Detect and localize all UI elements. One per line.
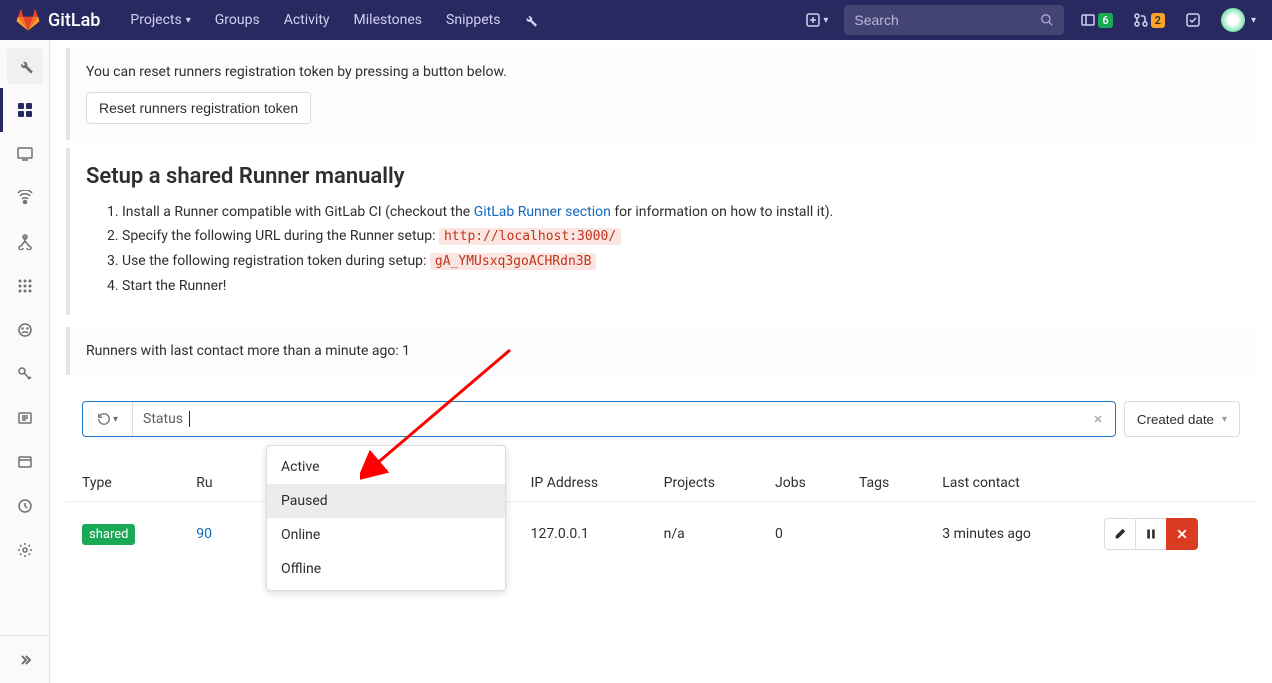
nav-groups[interactable]: Groups [205, 2, 270, 38]
gitlab-logo [16, 8, 40, 32]
col-projects: Projects [648, 465, 759, 502]
primary-nav: Projects▾ Groups Activity Milestones Sni… [120, 2, 510, 38]
sidebar-spam[interactable] [0, 484, 49, 528]
dropdown-option-offline[interactable]: Offline [267, 552, 505, 586]
status-filter-dropdown: Active Paused Online Offline [266, 445, 506, 591]
brand-name: GitLab [48, 10, 100, 31]
user-avatar[interactable] [1221, 8, 1245, 32]
filter-history-button[interactable]: ▾ [83, 402, 133, 436]
reset-token-text: You can reset runners registration token… [86, 64, 1240, 80]
runner-token-link[interactable]: 90 [196, 526, 212, 542]
setup-runner-section: Setup a shared Runner manually Install a… [66, 148, 1256, 315]
runner-projects: n/a [648, 502, 759, 567]
top-navbar: GitLab Projects▾ Groups Activity Milesto… [0, 0, 1272, 40]
runner-tags [843, 502, 926, 567]
reset-token-section: You can reset runners registration token… [66, 48, 1256, 140]
stale-runners-banner: Runners with last contact more than a mi… [66, 327, 1256, 375]
todos-shortcut[interactable] [1177, 6, 1209, 34]
text-cursor [189, 411, 190, 427]
filter-bar[interactable]: ▾ Status [82, 401, 1116, 437]
registration-token-code: gA_YMUsxq3goACHRdn3B [430, 253, 597, 270]
sidebar-monitoring[interactable] [0, 132, 49, 176]
issues-shortcut[interactable]: 6 [1072, 6, 1120, 34]
col-type: Type [66, 465, 180, 502]
filter-input-area[interactable]: Status [133, 402, 1081, 436]
chevron-down-icon: ▾ [1222, 414, 1227, 425]
sidebar-labels[interactable] [0, 396, 49, 440]
mr-shortcut[interactable]: 2 [1125, 6, 1173, 34]
search-icon [1040, 13, 1054, 27]
filter-clear-button[interactable] [1081, 402, 1115, 436]
main-content: You can reset runners registration token… [50, 48, 1272, 566]
col-tags: Tags [843, 465, 926, 502]
col-jobs: Jobs [759, 465, 843, 502]
search-input[interactable] [854, 12, 1040, 28]
col-last-contact: Last contact [926, 465, 1087, 502]
nav-activity[interactable]: Activity [274, 2, 340, 38]
pause-runner-button[interactable] [1135, 518, 1167, 550]
runner-ip: 127.0.0.1 [515, 502, 648, 567]
filter-token-status: Status [143, 411, 183, 427]
runners-table: Type Ru rsion IP Address Projects Jobs T… [66, 465, 1256, 566]
sidebar-hooks[interactable] [0, 220, 49, 264]
sidebar-context-icon[interactable] [0, 44, 49, 88]
col-ip: IP Address [515, 465, 648, 502]
mr-count-badge: 2 [1151, 13, 1165, 28]
issues-count-badge: 6 [1098, 13, 1112, 28]
runner-url-code: http://localhost:3000/ [439, 228, 621, 245]
runner-actions [1104, 518, 1241, 550]
sidebar-appearance[interactable] [0, 440, 49, 484]
sidebar-applications[interactable] [0, 264, 49, 308]
sidebar-abuse[interactable] [0, 308, 49, 352]
user-menu-chevron[interactable]: ▾ [1251, 15, 1256, 26]
setup-step-2: Specify the following URL during the Run… [122, 225, 1240, 248]
setup-step-3: Use the following registration token dur… [122, 250, 1240, 273]
reset-token-button[interactable]: Reset runners registration token [86, 92, 311, 124]
runner-section-link[interactable]: GitLab Runner section [474, 204, 611, 220]
new-dropdown[interactable]: ▾ [797, 6, 836, 34]
runner-last-contact: 3 minutes ago [926, 502, 1087, 567]
runner-row: shared 90 .5.0 127.0.0.1 n/a 0 3 minutes… [66, 502, 1256, 567]
remove-runner-button[interactable] [1166, 518, 1198, 550]
dropdown-option-active[interactable]: Active [267, 450, 505, 484]
runner-type-badge: shared [82, 524, 135, 545]
dropdown-option-online[interactable]: Online [267, 518, 505, 552]
chevron-down-icon: ▾ [186, 15, 191, 26]
global-search[interactable] [844, 5, 1064, 35]
setup-title: Setup a shared Runner manually [86, 164, 1240, 189]
dropdown-option-paused[interactable]: Paused [267, 484, 505, 518]
runner-jobs: 0 [759, 502, 843, 567]
nav-snippets[interactable]: Snippets [436, 2, 510, 38]
stale-runners-text: Runners with last contact more than a mi… [86, 343, 410, 359]
setup-step-1: Install a Runner compatible with GitLab … [122, 201, 1240, 223]
sidebar-messages[interactable] [0, 176, 49, 220]
admin-wrench-icon[interactable] [510, 12, 550, 28]
nav-milestones[interactable]: Milestones [344, 2, 433, 38]
sidebar-settings[interactable] [0, 528, 49, 572]
setup-step-4: Start the Runner! [122, 275, 1240, 297]
nav-projects[interactable]: Projects▾ [120, 2, 200, 38]
edit-runner-button[interactable] [1104, 518, 1136, 550]
admin-sidebar [0, 40, 50, 683]
chevron-down-icon: ▾ [113, 414, 118, 425]
sidebar-expand[interactable] [0, 635, 49, 683]
sidebar-overview[interactable] [0, 88, 49, 132]
sidebar-deploy-keys[interactable] [0, 352, 49, 396]
sort-dropdown[interactable]: Created date ▾ [1124, 401, 1240, 437]
